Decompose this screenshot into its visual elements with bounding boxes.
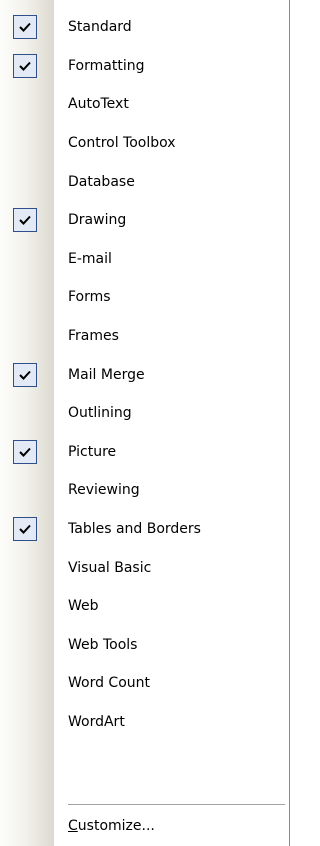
- menu-item-label: Standard: [68, 19, 132, 36]
- menu-item-label: Formatting: [68, 57, 145, 74]
- menu-item-label: Database: [68, 173, 135, 190]
- menu-item-label: E-mail: [68, 250, 112, 267]
- menu-item-word-count[interactable]: Word Count: [0, 664, 289, 703]
- menu-item-label: Visual Basic: [68, 559, 152, 576]
- checkmark-icon: [13, 439, 37, 464]
- menu-item-label: Word Count: [68, 675, 151, 692]
- menu-item-forms[interactable]: Forms: [0, 278, 289, 317]
- menu-item-picture[interactable]: Picture: [0, 433, 289, 472]
- menu-items: Standard Formatting AutoText Control Too…: [0, 8, 289, 741]
- menu-item-label: Customize...: [68, 818, 155, 834]
- menu-item-standard[interactable]: Standard: [0, 8, 289, 47]
- menu-item-reviewing[interactable]: Reviewing: [0, 471, 289, 510]
- menu-item-outlining[interactable]: Outlining: [0, 394, 289, 433]
- menu-item-formatting[interactable]: Formatting: [0, 47, 289, 86]
- accelerator-key: C: [68, 818, 78, 834]
- menu-item-label: Web: [68, 598, 99, 615]
- menu-item-frames[interactable]: Frames: [0, 317, 289, 356]
- menu-item-label: Tables and Borders: [68, 521, 201, 538]
- menu-item-customize[interactable]: Customize...: [0, 808, 289, 844]
- menu-item-e-mail[interactable]: E-mail: [0, 240, 289, 279]
- menu-item-label: Drawing: [68, 212, 127, 229]
- checkmark-icon: [13, 53, 37, 78]
- menu-item-drawing[interactable]: Drawing: [0, 201, 289, 240]
- menu-item-label: Frames: [68, 328, 119, 345]
- menu-item-label: Mail Merge: [68, 366, 145, 383]
- customize-label-rest: ustomize...: [77, 818, 155, 834]
- menu-item-label: Picture: [68, 443, 117, 460]
- checkmark-icon: [13, 208, 37, 233]
- menu-item-autotext[interactable]: AutoText: [0, 85, 289, 124]
- menu-item-label: Outlining: [68, 405, 132, 422]
- menu-item-label: Web Tools: [68, 636, 138, 653]
- menu-item-visual-basic[interactable]: Visual Basic: [0, 548, 289, 587]
- checkmark-icon: [13, 517, 37, 542]
- menu-item-web-tools[interactable]: Web Tools: [0, 626, 289, 665]
- menu-item-label: Control Toolbox: [68, 135, 176, 152]
- menu-item-label: Forms: [68, 289, 111, 306]
- menu-item-tables-and-borders[interactable]: Tables and Borders: [0, 510, 289, 549]
- menu-item-mail-merge[interactable]: Mail Merge: [0, 355, 289, 394]
- menu-separator: [68, 804, 285, 805]
- menu-item-database[interactable]: Database: [0, 162, 289, 201]
- checkmark-icon: [13, 362, 37, 387]
- menu-item-control-toolbox[interactable]: Control Toolbox: [0, 124, 289, 163]
- menu-item-label: AutoText: [68, 96, 129, 113]
- toolbars-menu: Standard Formatting AutoText Control Too…: [0, 0, 290, 846]
- menu-item-label: WordArt: [68, 713, 125, 730]
- menu-item-web[interactable]: Web: [0, 587, 289, 626]
- menu-item-wordart[interactable]: WordArt: [0, 703, 289, 742]
- menu-item-label: Reviewing: [68, 482, 140, 499]
- checkmark-icon: [13, 15, 37, 40]
